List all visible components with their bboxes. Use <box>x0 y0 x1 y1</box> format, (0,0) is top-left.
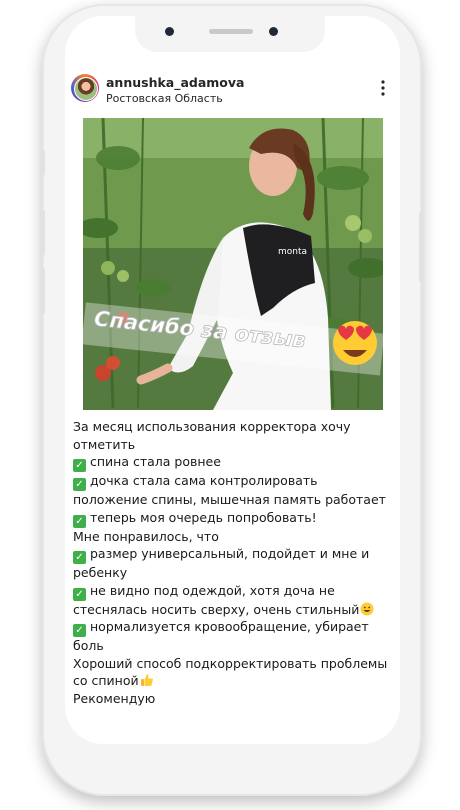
phone-screen: annushka_adamova Ростовская Область mont… <box>65 16 400 744</box>
check-mark-emoji-icon: ✓ <box>73 624 86 637</box>
post-photo[interactable]: monta Спасибо за отзыв <box>83 118 383 410</box>
post-header: annushka_adamova Ростовская Область <box>65 74 400 120</box>
corset-brand-label: monta <box>278 247 307 257</box>
phone-notch <box>135 16 325 52</box>
caption-point: ✓ размер универсальный, подойдет и мне и … <box>73 546 370 580</box>
caption-point: ✓ нормализуется кровообращение, убирает б… <box>73 619 369 653</box>
avatar[interactable] <box>71 74 99 102</box>
post-caption: За месяц использования корректора хочу о… <box>73 418 395 707</box>
check-mark-emoji-icon: ✓ <box>73 478 86 491</box>
more-options-icon[interactable] <box>377 78 389 98</box>
caption-point: ✓ дочка стала сама контролировать положен… <box>73 473 386 507</box>
phone-side-button <box>40 150 45 176</box>
caption-point: ✓ спина стала ровнее <box>73 453 395 472</box>
thumbs-up-emoji-icon <box>140 674 153 686</box>
caption-liked-heading: Мне понравилось, что <box>73 528 219 544</box>
check-mark-emoji-icon: ✓ <box>73 587 86 601</box>
heart-eyes-emoji-icon <box>333 321 377 365</box>
caption-intro: За месяц использования корректора хочу о… <box>73 419 351 452</box>
check-mark-emoji-icon: ✓ <box>73 459 86 472</box>
caption-point: ✓ не видно под одеждой, хотя доча не стес… <box>73 582 395 619</box>
caption-recommend: Рекомендую <box>73 690 156 706</box>
caption-good-way: Хороший способ подкорректировать проблем… <box>73 655 388 689</box>
phone-power-button <box>419 212 424 282</box>
avatar-photo <box>74 77 98 101</box>
smiling-face-emoji-icon <box>360 602 374 615</box>
front-camera-left <box>165 27 174 36</box>
front-camera-right <box>269 27 278 36</box>
username[interactable]: annushka_adamova <box>106 75 244 90</box>
caption-point: ✓ теперь моя очередь попробовать! <box>73 509 395 528</box>
check-mark-emoji-icon: ✓ <box>73 551 86 564</box>
phone-volume-up-button <box>40 210 45 256</box>
check-mark-emoji-icon: ✓ <box>73 514 86 528</box>
post-photo-illustration: monta Спасибо за отзыв <box>83 118 383 410</box>
phone-volume-down-button <box>40 268 45 314</box>
earpiece-speaker <box>209 29 253 34</box>
location[interactable]: Ростовская Область <box>106 92 223 105</box>
